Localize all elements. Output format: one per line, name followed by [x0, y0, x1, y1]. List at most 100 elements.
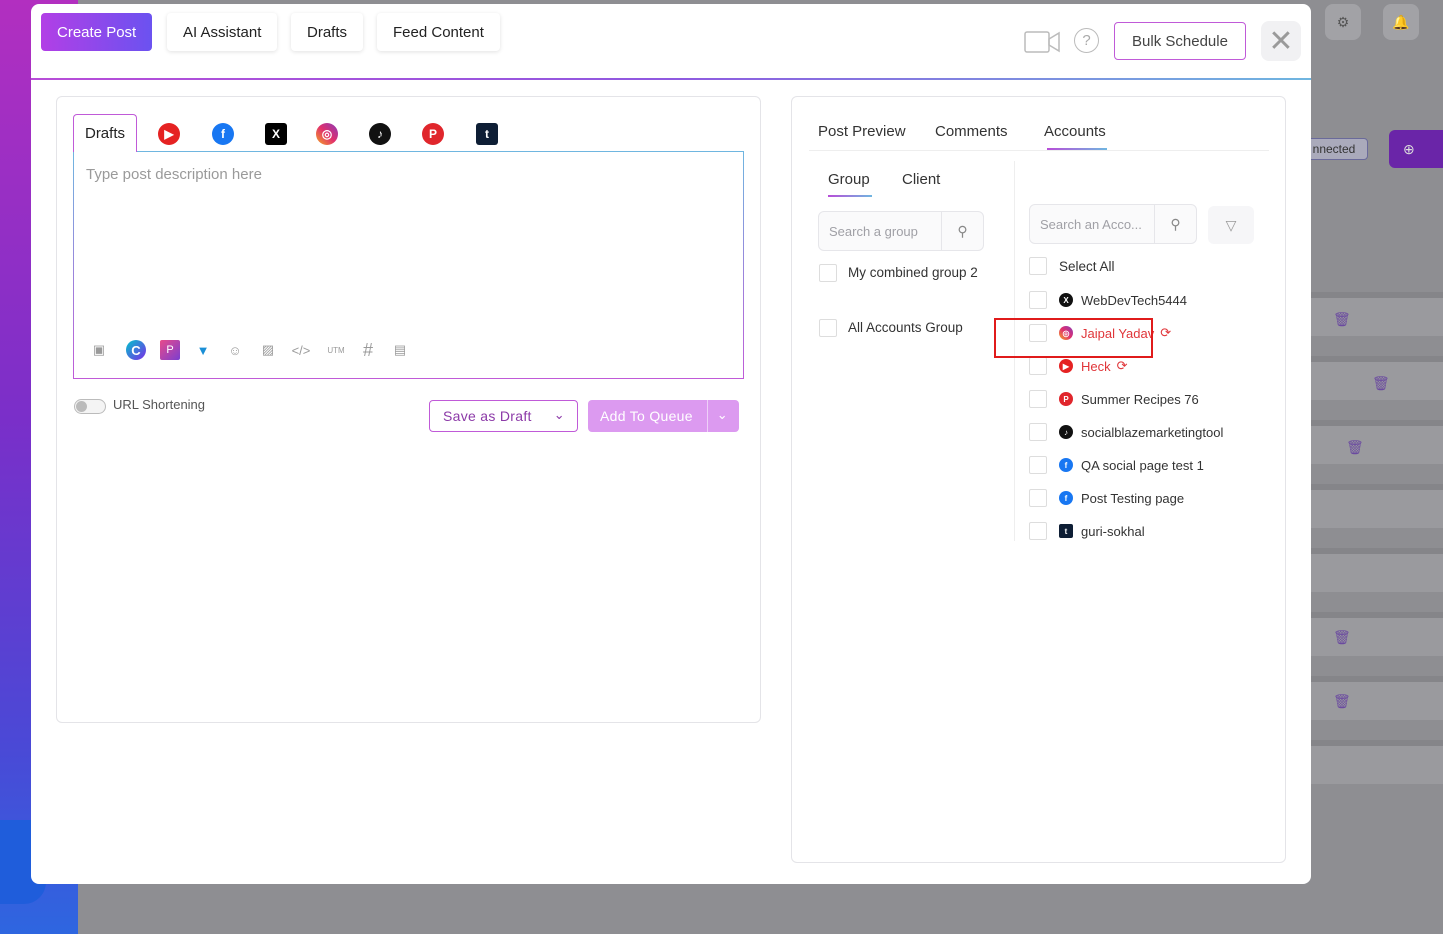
reconnect-icon[interactable]: ⟳: [1160, 325, 1171, 341]
filter-icon[interactable]: ▽: [1208, 206, 1254, 244]
background-row: [1300, 548, 1443, 592]
search-icon[interactable]: ⚲: [941, 212, 983, 250]
account-checkbox[interactable]: [1029, 390, 1047, 408]
settings-icon[interactable]: ⚙: [1325, 4, 1361, 40]
notification-bell-icon[interactable]: 🔔: [1383, 4, 1419, 40]
close-modal-button[interactable]: ✕: [1261, 21, 1301, 61]
facebook-icon[interactable]: f: [212, 123, 234, 145]
background-add-button[interactable]: ⊕: [1389, 130, 1443, 168]
account-search: ⚲: [1029, 204, 1197, 244]
tab-editor-drafts[interactable]: Drafts: [73, 114, 137, 152]
create-post-modal: Create Post AI Assistant Drafts Feed Con…: [31, 4, 1311, 884]
media-upload-icon[interactable]: ▣: [89, 340, 109, 360]
picsart-icon[interactable]: P: [160, 340, 180, 360]
account-row[interactable]: f QA social page test 1: [1029, 454, 1204, 476]
tab-comments[interactable]: Comments: [935, 123, 1008, 140]
background-row: [1300, 676, 1443, 720]
background-row: [1300, 420, 1443, 464]
select-all-row[interactable]: Select All: [1029, 255, 1115, 277]
button-divider: [707, 400, 708, 432]
chevron-down-icon[interactable]: ⌄: [554, 407, 565, 423]
canva-icon[interactable]: C: [126, 340, 146, 360]
tab-create-post[interactable]: Create Post: [41, 13, 153, 51]
save-as-draft-button[interactable]: Save as Draft ⌄: [429, 400, 578, 432]
account-checkbox[interactable]: [1029, 423, 1047, 441]
account-name: guri-sokhal: [1081, 523, 1145, 539]
bulk-schedule-button[interactable]: Bulk Schedule: [1114, 22, 1246, 60]
chevron-down-icon[interactable]: ⌄: [717, 407, 728, 423]
account-row[interactable]: X WebDevTech5444: [1029, 289, 1187, 311]
background-row: [1300, 484, 1443, 528]
trash-icon[interactable]: 🗑: [1372, 375, 1390, 392]
search-icon[interactable]: ⚲: [1154, 205, 1196, 243]
trash-icon[interactable]: 🗑: [1333, 629, 1351, 646]
preview-panel: Post Preview Comments Accounts Group Cli…: [791, 96, 1286, 863]
account-checkbox[interactable]: [1029, 357, 1047, 375]
facebook-icon: f: [1059, 458, 1073, 472]
template-icon[interactable]: ▤: [390, 340, 410, 360]
help-icon[interactable]: ?: [1074, 28, 1099, 53]
account-row[interactable]: ▶ Heck ⟳: [1029, 355, 1128, 377]
tab-group[interactable]: Group: [828, 171, 870, 188]
tab-post-preview[interactable]: Post Preview: [818, 123, 906, 140]
tab-ai-assistant[interactable]: AI Assistant: [167, 13, 278, 51]
group-search: ⚲: [818, 211, 984, 251]
account-checkbox[interactable]: [1029, 456, 1047, 474]
trash-icon[interactable]: 🗑: [1333, 311, 1351, 328]
group-label: All Accounts Group: [848, 320, 963, 335]
account-checkbox[interactable]: [1029, 291, 1047, 309]
emoji-icon[interactable]: ☺: [225, 340, 245, 360]
account-row[interactable]: t guri-sokhal: [1029, 520, 1145, 542]
account-name: QA social page test 1: [1081, 457, 1204, 473]
post-description-editor: ▣ C P ▼ ☺ ▨ </> UTM # ▤: [73, 151, 744, 379]
account-name: WebDevTech5444: [1081, 292, 1187, 308]
tiktok-icon[interactable]: ♪: [369, 123, 391, 145]
background-row: [1300, 740, 1443, 784]
post-editor-panel: Drafts ▶ f X ◎ ♪ P t ▣ C P ▼ ☺ ▨ </> UTM…: [56, 96, 761, 723]
post-description-input[interactable]: [74, 152, 743, 312]
pinterest-icon[interactable]: P: [422, 123, 444, 145]
hashtag-icon[interactable]: #: [358, 340, 378, 360]
tab-feed-content[interactable]: Feed Content: [377, 13, 500, 51]
background-row: [1300, 292, 1443, 336]
add-to-queue-button[interactable]: Add To Queue ⌄: [588, 400, 739, 432]
youtube-icon[interactable]: ▶: [158, 123, 180, 145]
account-name: socialblazemarketingtool: [1081, 424, 1224, 440]
save-as-draft-label: Save as Draft: [443, 408, 532, 424]
vista-icon[interactable]: ▼: [193, 340, 213, 360]
youtube-icon: ▶: [1059, 359, 1073, 373]
tab-client[interactable]: Client: [902, 171, 940, 188]
account-search-input[interactable]: [1030, 205, 1154, 243]
account-checkbox[interactable]: [1029, 489, 1047, 507]
code-icon[interactable]: </>: [291, 340, 311, 360]
reconnect-icon[interactable]: ⟳: [1117, 358, 1128, 374]
image-icon[interactable]: ▨: [258, 340, 278, 360]
account-checkbox[interactable]: [1029, 522, 1047, 540]
select-all-checkbox[interactable]: [1029, 257, 1047, 275]
group-search-input[interactable]: [819, 212, 939, 250]
instagram-icon[interactable]: ◎: [316, 123, 338, 145]
group-checkbox[interactable]: [819, 319, 837, 337]
tab-divider: [809, 150, 1269, 151]
tumblr-icon[interactable]: t: [476, 123, 498, 145]
tumblr-icon: t: [1059, 524, 1073, 538]
x-icon[interactable]: X: [265, 123, 287, 145]
account-row[interactable]: ♪ socialblazemarketingtool: [1029, 421, 1223, 443]
trash-icon[interactable]: 🗑: [1333, 693, 1351, 710]
highlight-box: [994, 318, 1153, 358]
utm-icon[interactable]: UTM: [324, 340, 348, 360]
select-all-label: Select All: [1059, 258, 1115, 274]
url-shortening-toggle[interactable]: [74, 399, 106, 414]
tab-drafts[interactable]: Drafts: [291, 13, 364, 51]
active-tab-indicator: [1047, 148, 1107, 150]
add-to-queue-label: Add To Queue: [600, 408, 693, 424]
tiktok-icon: ♪: [1059, 425, 1073, 439]
trash-icon[interactable]: 🗑: [1346, 439, 1364, 456]
tab-accounts[interactable]: Accounts: [1044, 123, 1106, 140]
account-row[interactable]: P Summer Recipes 76: [1029, 388, 1199, 410]
account-row[interactable]: f Post Testing page: [1029, 487, 1184, 509]
video-camera-icon[interactable]: [1024, 31, 1060, 53]
group-checkbox[interactable]: [819, 264, 837, 282]
account-name: Post Testing page: [1081, 490, 1185, 506]
active-group-tab-indicator: [828, 195, 872, 197]
